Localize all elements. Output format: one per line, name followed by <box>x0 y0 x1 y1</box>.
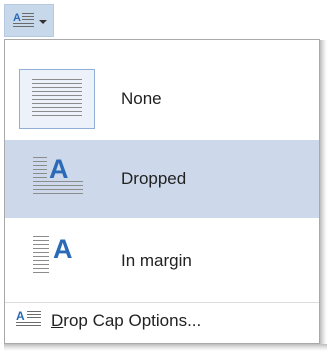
drop-cap-options-label: Drop Cap Options... <box>51 311 201 331</box>
menu-separator <box>5 302 319 303</box>
menu-item-label: In margin <box>121 251 192 270</box>
svg-text:A: A <box>49 154 69 184</box>
drop-cap-window: A None A Dropped A In margin A Drop Cap … <box>0 0 327 351</box>
drop-cap-icon: A <box>13 12 34 27</box>
menu-item-in-margin[interactable]: A In margin <box>5 220 319 300</box>
in-margin-cap-icon: A <box>19 228 95 288</box>
drop-cap-options-item[interactable]: A Drop Cap Options... <box>5 306 319 338</box>
menu-item-none[interactable]: None <box>5 62 319 138</box>
svg-text:A: A <box>13 12 21 24</box>
chevron-down-icon[interactable] <box>39 20 47 24</box>
options-label-rest: rop Cap Options... <box>63 311 202 330</box>
dropped-cap-icon: A <box>19 147 95 207</box>
menu-shadow-right <box>320 40 327 351</box>
no-drop-cap-icon <box>19 69 95 129</box>
svg-text:A: A <box>53 234 73 264</box>
menu-shadow-bottom <box>4 344 327 351</box>
mnemonic-letter: D <box>51 311 64 330</box>
drop-cap-ribbon-button[interactable]: A <box>4 4 54 37</box>
drop-cap-options-icon: A <box>16 309 41 326</box>
menu-item-label: None <box>121 89 162 108</box>
drop-cap-menu: None A Dropped A In margin A Drop Cap Op… <box>4 39 320 344</box>
svg-text:A: A <box>16 309 25 323</box>
menu-item-label: Dropped <box>121 169 187 188</box>
menu-item-dropped[interactable]: A Dropped <box>5 140 319 218</box>
